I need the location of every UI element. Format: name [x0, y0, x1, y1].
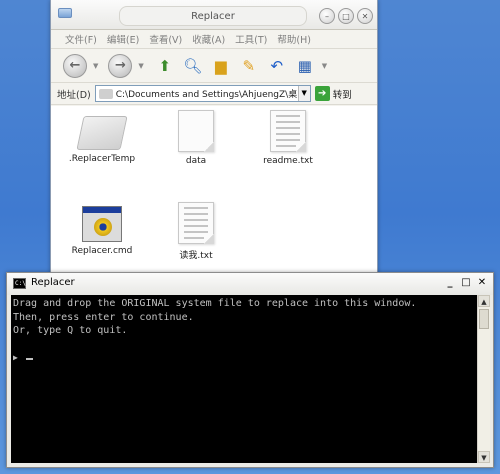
text-cursor [25, 358, 33, 360]
console-titlebar[interactable]: C:\ Replacer _ □ ✕ [7, 273, 493, 295]
folders-icon[interactable]: ▆ [210, 55, 232, 77]
folder-icon [76, 116, 128, 150]
folder-window-icon [58, 8, 72, 18]
console-app-icon: C:\ [13, 278, 26, 289]
search-icon[interactable]: 🔍︎ [182, 55, 204, 77]
console-scrollbar[interactable]: ▲ ▼ [477, 295, 490, 463]
console-title: Replacer [31, 277, 75, 288]
text-file-icon [270, 110, 306, 152]
forward-dropdown-icon[interactable]: ▼ [138, 62, 143, 70]
drive-icon [98, 88, 113, 99]
file-name: 读我.txt [179, 251, 213, 261]
console-line: Drag and drop the ORIGINAL system file t… [13, 298, 417, 309]
explorer-window: Replacer – □ ✕ 文件(F) 编辑(E) 查看(V) 收藏(A) 工… [50, 0, 378, 290]
console-line: Then, press enter to continue. [13, 311, 194, 323]
menu-favorites[interactable]: 收藏(A) [188, 32, 229, 46]
file-icon [178, 110, 214, 152]
console-minimize-button[interactable]: _ [443, 276, 457, 290]
up-folder-icon[interactable]: ⬆ [154, 55, 176, 77]
menu-edit[interactable]: 编辑(E) [103, 32, 143, 46]
minimize-button[interactable]: – [319, 8, 335, 24]
forward-button[interactable]: → [108, 53, 133, 78]
address-value: C:\Documents and Settings\AhjuengZ\桌 [115, 90, 298, 100]
file-item-data[interactable]: data [151, 110, 241, 166]
scroll-down-icon[interactable]: ▼ [478, 451, 490, 463]
file-item-duwo[interactable]: 读我.txt [151, 202, 241, 261]
back-button[interactable]: ← [63, 53, 87, 78]
text-file-icon [178, 202, 214, 244]
close-button[interactable]: ✕ [357, 8, 373, 24]
go-label: 转到 [332, 89, 352, 101]
views-icon[interactable]: ▦ [294, 55, 316, 77]
prompt-arrow-icon: ▶ [13, 353, 18, 362]
window-title: Replacer [119, 6, 307, 26]
explorer-titlebar[interactable]: Replacer – □ ✕ [51, 0, 377, 30]
menu-view[interactable]: 查看(V) [145, 32, 186, 46]
address-dropdown-icon[interactable]: ▼ [297, 86, 310, 101]
address-label: 地址(D) [57, 89, 91, 101]
console-maximize-button[interactable]: □ [459, 276, 473, 290]
undo-icon[interactable]: ↶ [266, 55, 288, 77]
file-name: data [185, 156, 207, 166]
go-arrow-icon: ➔ [314, 86, 330, 101]
console-output[interactable]: Drag and drop the ORIGINAL system file t… [11, 295, 477, 463]
menu-bar: 文件(F) 编辑(E) 查看(V) 收藏(A) 工具(T) 帮助(H) [51, 30, 377, 49]
console-window: C:\ Replacer _ □ ✕ Drag and drop the ORI… [6, 272, 494, 468]
scroll-thumb[interactable] [479, 309, 489, 329]
file-item-replacer-cmd[interactable]: Replacer.cmd [57, 202, 147, 256]
file-item-replacertemp[interactable]: .ReplacerTemp [57, 110, 147, 164]
menu-file[interactable]: 文件(F) [61, 32, 101, 46]
maximize-button[interactable]: □ [338, 8, 354, 24]
menu-tools[interactable]: 工具(T) [231, 32, 271, 46]
console-line: Or, type Q to quit. [13, 325, 128, 336]
back-dropdown-icon[interactable]: ▼ [93, 62, 98, 70]
file-name: Replacer.cmd [71, 246, 133, 256]
scroll-up-icon[interactable]: ▲ [478, 295, 490, 307]
console-close-button[interactable]: ✕ [475, 276, 489, 290]
menu-help[interactable]: 帮助(H) [273, 32, 315, 46]
file-list: .ReplacerTemp data readme.txt Replacer.c… [51, 106, 377, 289]
move-to-icon[interactable]: ✎ [238, 55, 260, 77]
file-item-readme[interactable]: readme.txt [243, 110, 333, 166]
file-name: .ReplacerTemp [68, 154, 136, 164]
file-name: readme.txt [263, 156, 313, 166]
views-dropdown-icon[interactable]: ▼ [322, 62, 327, 70]
address-bar: 地址(D) C:\Documents and Settings\AhjuengZ… [51, 83, 377, 105]
address-input[interactable]: C:\Documents and Settings\AhjuengZ\桌 ▼ [94, 85, 311, 102]
batch-file-icon [82, 206, 122, 242]
go-button[interactable]: ➔ 转到 [314, 86, 352, 101]
toolbar: ← ▼ → ▼ ⬆ 🔍︎ ▆ ✎ ↶ ▦ ▼ [51, 49, 377, 83]
